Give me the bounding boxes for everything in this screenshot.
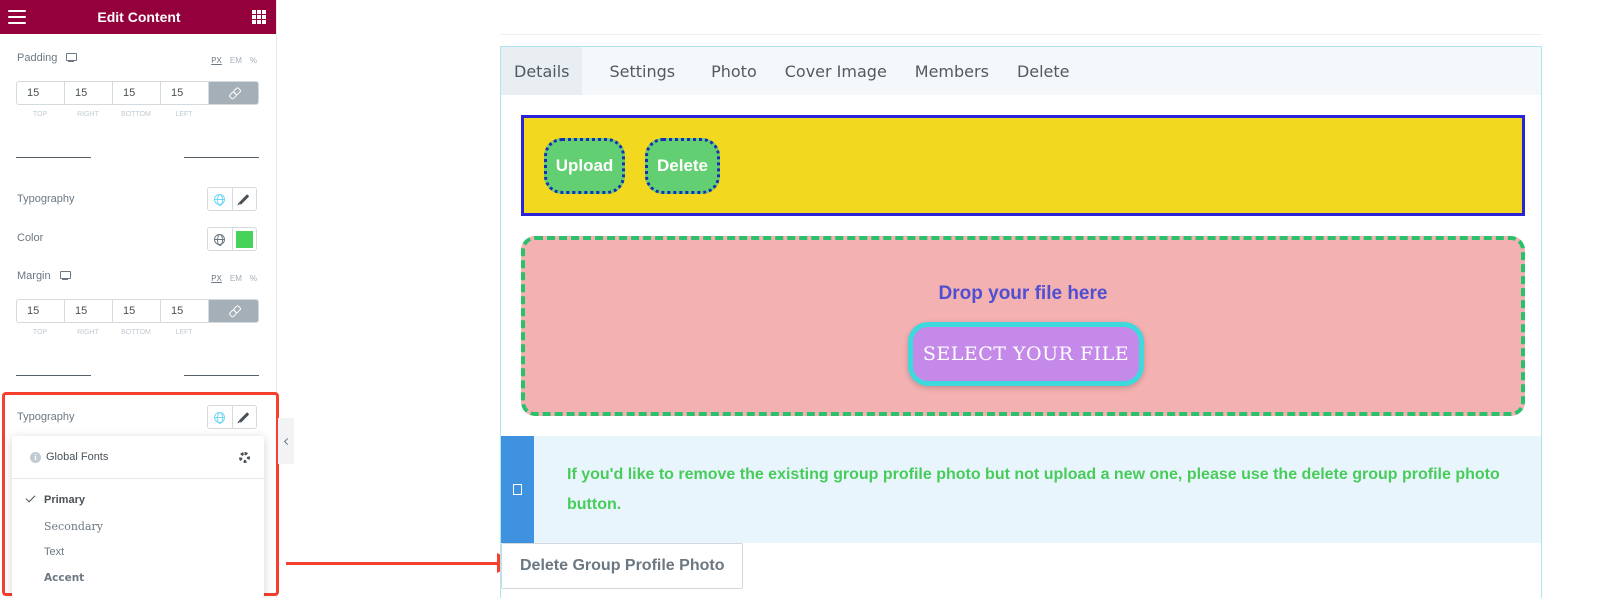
padding-right-input[interactable]: 15 <box>65 82 113 104</box>
widgets-grid-icon[interactable] <box>252 10 266 24</box>
color-controls <box>207 227 257 251</box>
unit-px[interactable]: PX <box>211 274 222 283</box>
tab-cover-image[interactable]: Cover Image <box>772 47 900 95</box>
padding-top-input[interactable]: 15 <box>17 82 65 104</box>
notice-icon <box>513 484 522 495</box>
tab-photo[interactable]: Photo <box>698 47 770 95</box>
section-divider <box>16 375 259 377</box>
color-swatch <box>235 230 253 248</box>
font-item-secondary[interactable]: Secondary <box>12 513 264 539</box>
tab-settings[interactable]: Settings <box>596 47 688 95</box>
global-fonts-popover: i Global Fonts Primary Secondary Text Ac… <box>12 436 264 598</box>
sidebar-title: Edit Content <box>97 9 181 25</box>
notice-bar <box>501 436 534 543</box>
globe-icon <box>214 193 226 206</box>
margin-right-input[interactable]: 15 <box>65 300 113 322</box>
margin-left-input[interactable]: 15 <box>161 300 209 322</box>
page-rule <box>500 34 1542 35</box>
unit-percent[interactable]: % <box>250 56 257 65</box>
margin-units: PX EM % <box>211 274 257 283</box>
unit-em[interactable]: EM <box>230 56 242 65</box>
delete-button[interactable]: Delete <box>645 138 720 194</box>
font-item-text[interactable]: Text <box>12 539 264 565</box>
annotation-arrow <box>286 562 501 565</box>
typography-global-button[interactable] <box>208 188 232 210</box>
margin-link-button[interactable] <box>209 300 258 322</box>
padding-label: Padding <box>17 52 78 64</box>
color-picker-button[interactable] <box>231 228 257 250</box>
font-item-primary[interactable]: Primary <box>12 487 264 513</box>
photo-actions-box: Upload Delete <box>521 115 1525 216</box>
global-fonts-title: Global Fonts <box>46 451 109 463</box>
padding-inputs: 15 15 15 15 <box>16 81 259 105</box>
sidebar-header: Edit Content <box>0 0 276 34</box>
check-icon <box>25 492 36 503</box>
margin-top-input[interactable]: 15 <box>17 300 65 322</box>
font-item-accent[interactable]: Accent <box>12 565 264 591</box>
select-file-button[interactable]: SELECT YOUR FILE <box>908 322 1144 386</box>
global-fonts-list: Primary Secondary Text Accent <box>12 479 264 591</box>
file-drop-zone[interactable]: Drop your file here SELECT YOUR FILE <box>521 236 1525 416</box>
typography-label: Typography <box>17 193 75 205</box>
upload-button[interactable]: Upload <box>544 138 625 194</box>
info-icon: i <box>30 451 41 463</box>
info-notice: If you'd like to remove the existing gro… <box>501 436 1541 543</box>
globe-icon <box>214 233 226 246</box>
desktop-icon[interactable] <box>59 271 71 281</box>
menu-icon[interactable] <box>8 10 26 24</box>
padding-left-input[interactable]: 15 <box>161 82 209 104</box>
tab-members[interactable]: Members <box>902 47 1002 95</box>
link-icon <box>226 304 240 318</box>
padding-units: PX EM % <box>211 56 257 65</box>
section-divider <box>16 157 259 159</box>
profile-tabs: Details Settings Photo Cover Image Membe… <box>501 47 1541 95</box>
group-profile-panel: Details Settings Photo Cover Image Membe… <box>500 46 1542 598</box>
gear-icon[interactable] <box>239 451 250 463</box>
color-label: Color <box>17 232 44 244</box>
tab-details[interactable]: Details <box>501 47 583 95</box>
unit-px[interactable]: PX <box>211 56 222 65</box>
typography-edit-button[interactable] <box>231 188 257 210</box>
margin-bottom-input[interactable]: 15 <box>113 300 161 322</box>
collapse-panel-button[interactable] <box>278 418 294 464</box>
delete-group-profile-photo-button[interactable]: Delete Group Profile Photo <box>501 543 744 589</box>
chevron-left-icon <box>283 437 292 445</box>
typography-controls <box>207 187 257 211</box>
margin-inputs: 15 15 15 15 <box>16 299 259 323</box>
drop-prompt: Drop your file here <box>938 283 1108 304</box>
link-icon <box>226 86 240 100</box>
pencil-icon <box>238 193 250 205</box>
notice-text: If you'd like to remove the existing gro… <box>567 466 1500 513</box>
margin-label: Margin <box>17 270 71 282</box>
unit-em[interactable]: EM <box>230 274 242 283</box>
unit-percent[interactable]: % <box>250 274 257 283</box>
padding-bottom-input[interactable]: 15 <box>113 82 161 104</box>
margin-side-labels: TOP RIGHT BOTTOM LEFT <box>32 329 193 336</box>
padding-side-labels: TOP RIGHT BOTTOM LEFT <box>32 111 193 118</box>
color-global-button[interactable] <box>208 228 232 250</box>
tab-delete[interactable]: Delete <box>1004 47 1083 95</box>
padding-link-button[interactable] <box>209 82 258 104</box>
global-fonts-header: i Global Fonts <box>12 436 264 479</box>
desktop-icon[interactable] <box>65 53 78 63</box>
